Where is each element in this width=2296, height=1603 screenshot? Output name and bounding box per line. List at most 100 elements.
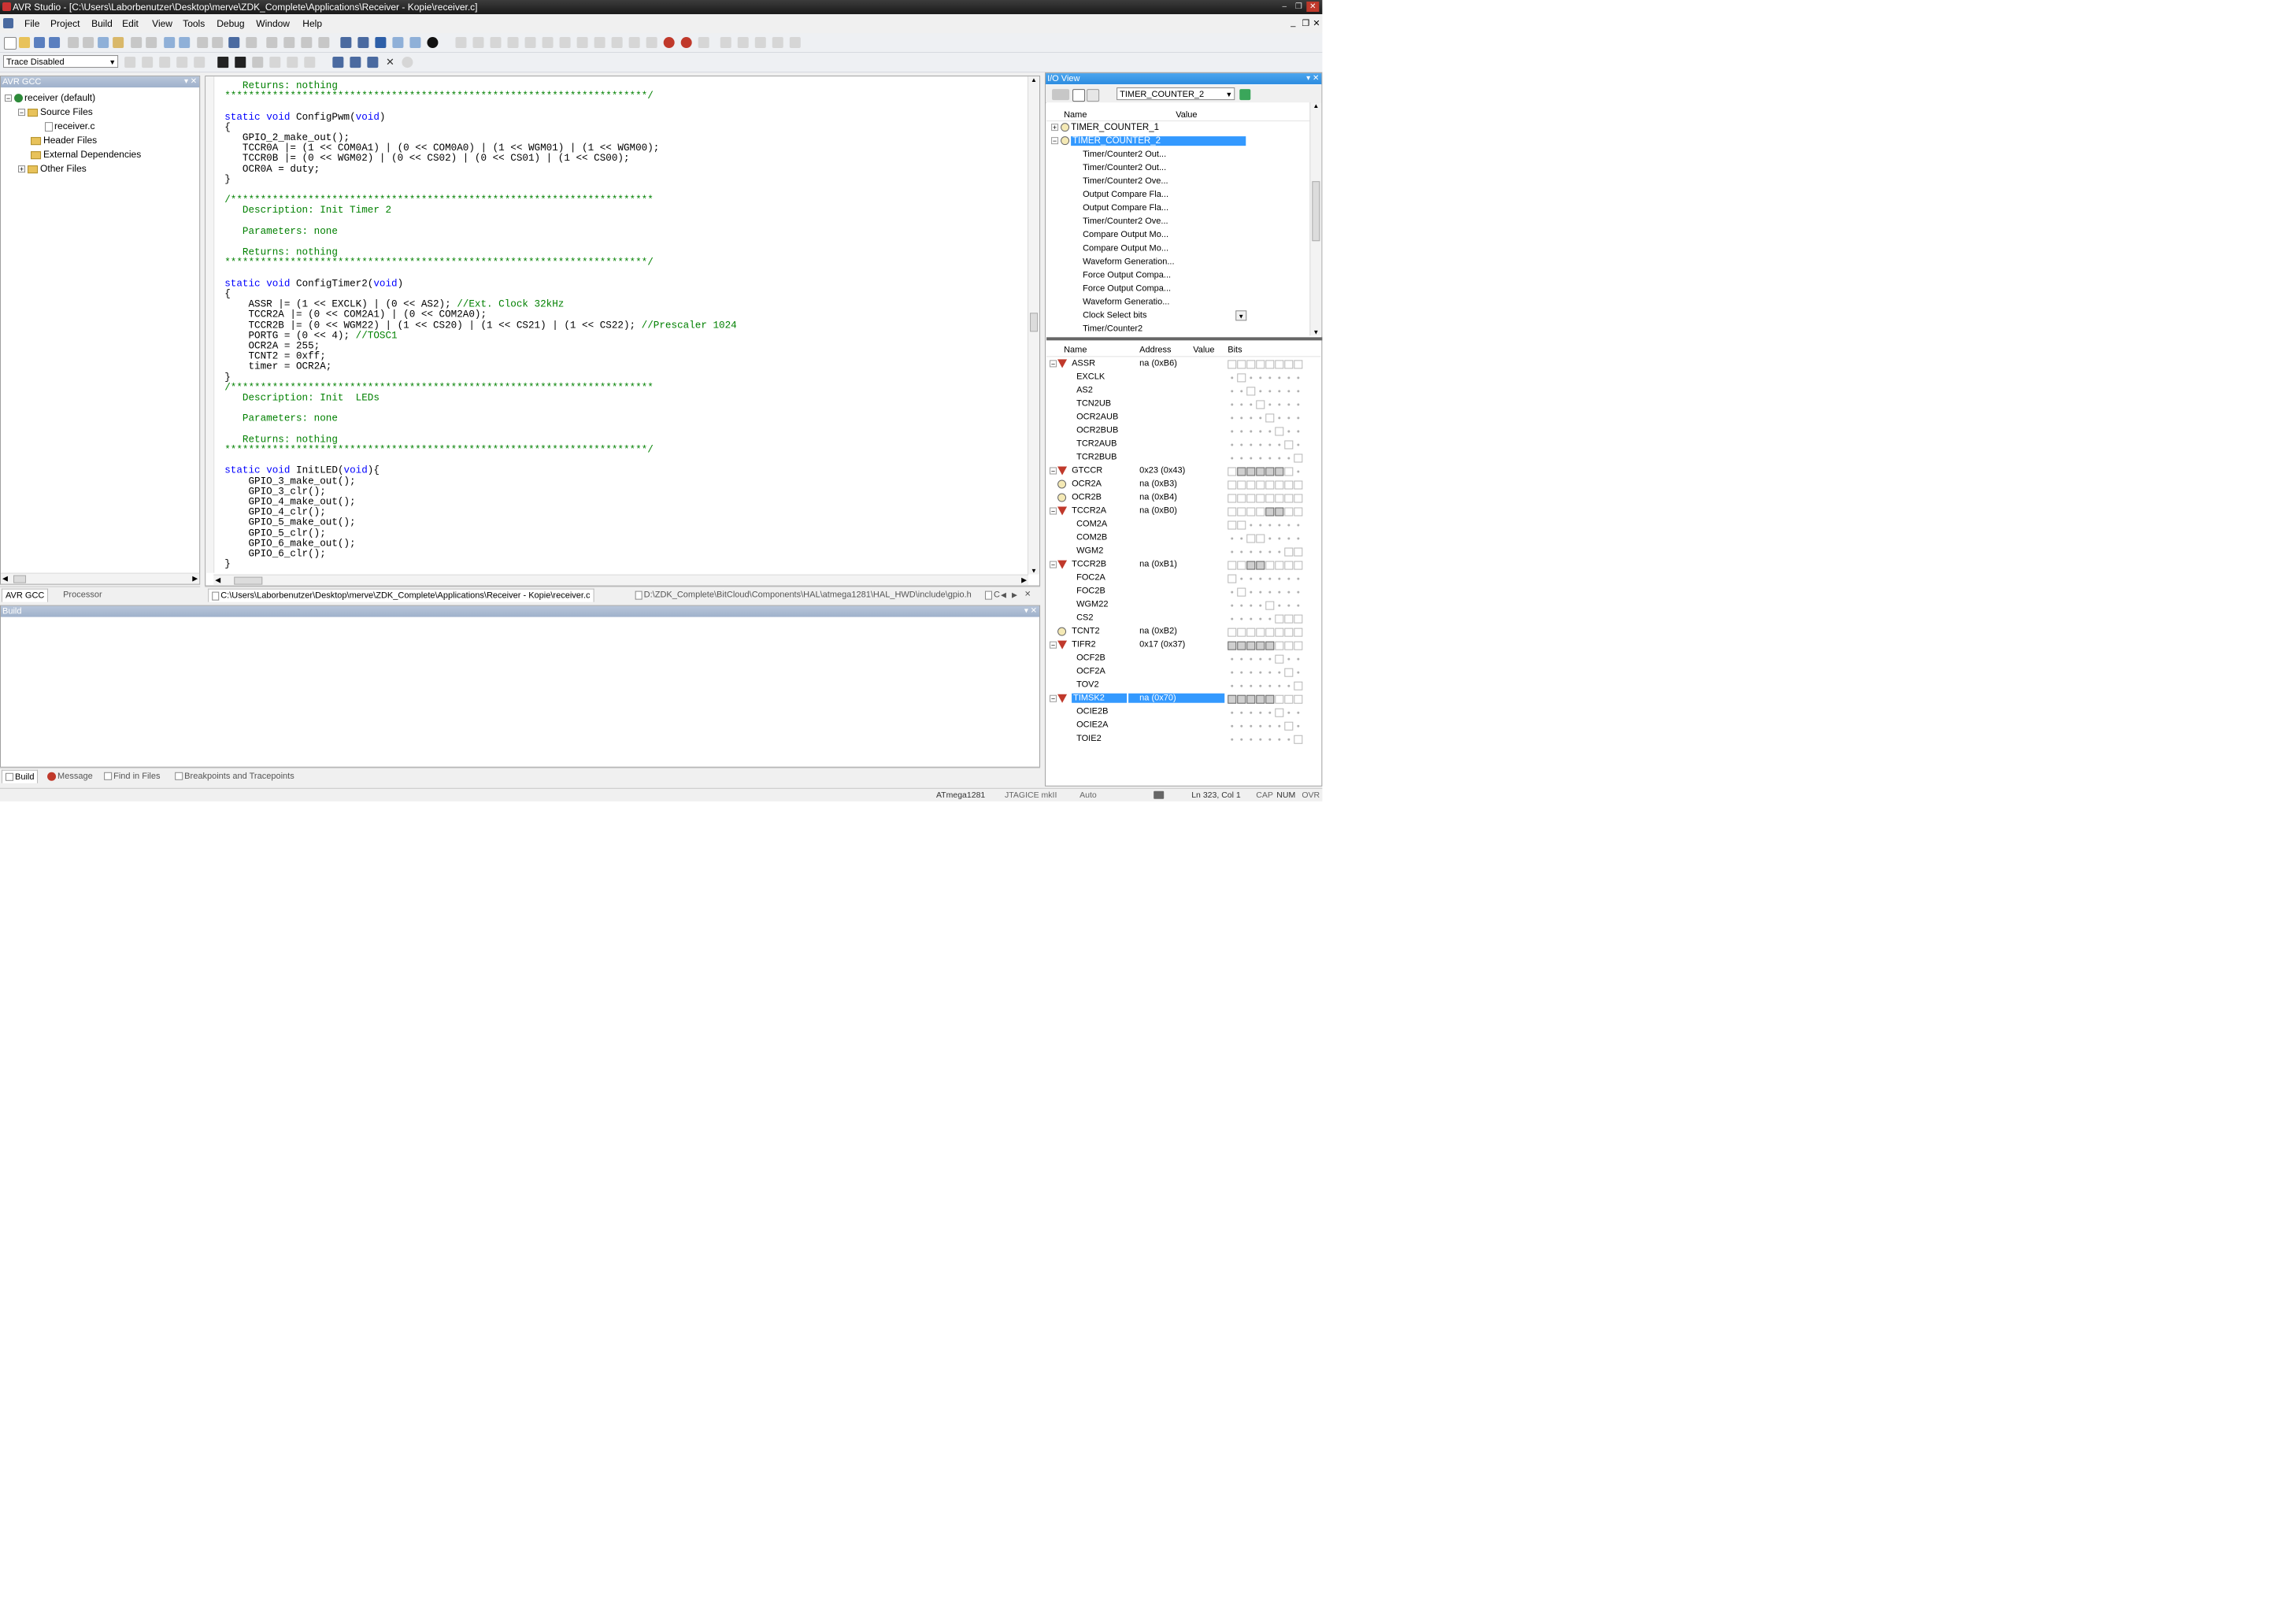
auto-step-icon[interactable]: [594, 37, 605, 49]
menu-edit[interactable]: Edit: [122, 18, 139, 29]
indent-icon[interactable]: [197, 37, 209, 49]
register-bits[interactable]: [1228, 587, 1303, 597]
register-row[interactable]: − GTCCR 0x23 (0x43): [1046, 465, 1320, 477]
scroll-down-icon[interactable]: ▼: [1313, 328, 1319, 335]
field-dropdown-icon[interactable]: ▼: [1235, 310, 1247, 321]
io-field-item[interactable]: Compare Output Mo...: [1083, 243, 1168, 253]
bit-toggle[interactable]: [1246, 494, 1256, 503]
bit-toggle[interactable]: [1265, 601, 1275, 610]
bit-toggle[interactable]: [1294, 561, 1303, 570]
bit-toggle[interactable]: [1265, 561, 1275, 570]
bit-toggle[interactable]: [1228, 561, 1237, 570]
io-field-item[interactable]: Timer/Counter2 Out...: [1083, 163, 1166, 172]
tab-build[interactable]: Build: [2, 769, 39, 783]
io-field-item[interactable]: Output Compare Fla...: [1083, 190, 1168, 199]
bit-toggle[interactable]: [1256, 467, 1265, 476]
bit-toggle[interactable]: [1237, 467, 1246, 476]
bit-toggle[interactable]: [1237, 641, 1246, 650]
bit-toggle[interactable]: [1246, 534, 1256, 543]
ocd-icon[interactable]: [409, 37, 421, 49]
register-bits[interactable]: [1228, 399, 1303, 409]
hex-view-icon[interactable]: [217, 57, 229, 68]
mixed-view-icon[interactable]: [252, 57, 264, 68]
bit-toggle[interactable]: [1275, 654, 1284, 664]
register-bits[interactable]: [1228, 708, 1303, 717]
scroll-up-icon[interactable]: ▲: [1313, 102, 1319, 109]
bit-toggle[interactable]: [1265, 413, 1275, 423]
panel-pin-close-icon[interactable]: ▾ ✕: [1024, 606, 1037, 617]
bit-toggle[interactable]: [1256, 561, 1265, 570]
go-arrow-icon[interactable]: [1239, 89, 1251, 101]
collapse-icon[interactable]: −: [1050, 360, 1057, 368]
io-field-item[interactable]: Force Output Compa...: [1083, 270, 1171, 280]
io-field-item[interactable]: Waveform Generation...: [1083, 257, 1174, 266]
align-icon[interactable]: [287, 57, 298, 68]
register-bits[interactable]: [1228, 561, 1303, 570]
scroll-down-icon[interactable]: ▼: [1031, 568, 1037, 575]
toggle-breakpoint-icon[interactable]: [611, 37, 623, 49]
bit-toggle[interactable]: [1256, 507, 1265, 516]
register-bits[interactable]: [1228, 547, 1303, 557]
bit-toggle[interactable]: [1237, 359, 1246, 368]
register-row[interactable]: − TIFR2 0x17 (0x37): [1046, 639, 1320, 652]
bookmark-prev-icon[interactable]: [301, 37, 313, 49]
run-to-cursor-icon[interactable]: [576, 37, 588, 49]
bit-toggle[interactable]: [1284, 467, 1294, 476]
menu-build[interactable]: Build: [91, 18, 113, 29]
bit-toggle[interactable]: [1228, 467, 1237, 476]
mdi-restore-icon[interactable]: ❐: [1302, 18, 1309, 28]
register-row[interactable]: − ASSR na (0xB6): [1046, 357, 1320, 370]
tab-gpio-h[interactable]: D:\ZDK_Complete\BitCloud\Components\HAL\…: [632, 589, 983, 602]
tree-view-icon[interactable]: [1072, 89, 1086, 102]
bit-toggle[interactable]: [1228, 520, 1237, 530]
trace-filter-icon[interactable]: [159, 57, 171, 68]
program-icon[interactable]: [375, 37, 387, 49]
register-row[interactable]: − TCCR2A na (0xB0): [1046, 505, 1320, 518]
collapse-icon[interactable]: −: [18, 109, 26, 117]
io-field-item[interactable]: Timer/Counter2: [1083, 324, 1142, 333]
bit-toggle[interactable]: [1275, 614, 1284, 624]
trace-stop-icon[interactable]: [194, 57, 206, 68]
build-icon[interactable]: [228, 37, 240, 49]
bit-toggle[interactable]: [1256, 694, 1265, 704]
reset-icon[interactable]: [490, 37, 502, 49]
menu-project[interactable]: Project: [50, 18, 80, 29]
code-line[interactable]: }: [224, 559, 736, 570]
code-line[interactable]: Parameters: none: [224, 413, 736, 424]
filter-icon[interactable]: [1052, 89, 1070, 101]
code-line[interactable]: static void ConfigTimer2(void): [224, 278, 736, 289]
io-field-item[interactable]: Timer/Counter2 Ove...: [1083, 217, 1168, 226]
bit-toggle[interactable]: [1256, 399, 1265, 409]
bit-toggle[interactable]: [1265, 480, 1275, 490]
code-text[interactable]: Returns: nothing ************************…: [224, 80, 736, 570]
help-icon[interactable]: [402, 57, 413, 68]
bit-toggle[interactable]: [1265, 494, 1275, 503]
bit-toggle[interactable]: [1275, 467, 1284, 476]
bit-toggle[interactable]: [1294, 735, 1303, 744]
code-line[interactable]: [224, 268, 736, 279]
compile-icon[interactable]: [246, 37, 257, 49]
bit-toggle[interactable]: [1275, 561, 1284, 570]
group-icon[interactable]: [304, 57, 316, 68]
register-row[interactable]: OCR2BUB: [1046, 424, 1320, 437]
collapse-icon[interactable]: −: [1050, 467, 1057, 475]
collapse-icon[interactable]: [1050, 480, 1057, 487]
io-field-item[interactable]: Timer/Counter2 Out...: [1083, 150, 1166, 159]
editor-vscrollbar[interactable]: ▲ ▼: [1028, 76, 1040, 575]
module-select[interactable]: TIMER_COUNTER_2 ▼: [1117, 87, 1235, 101]
bit-toggle[interactable]: [1237, 628, 1246, 637]
code-line[interactable]: Parameters: none: [224, 226, 736, 237]
bit-toggle[interactable]: [1246, 480, 1256, 490]
tree-item-header-files[interactable]: Header Files: [31, 135, 97, 146]
register-row[interactable]: FOC2B: [1046, 586, 1320, 598]
bit-toggle[interactable]: [1284, 507, 1294, 516]
register-row[interactable]: OCIE2A: [1046, 720, 1320, 732]
bit-toggle[interactable]: [1275, 480, 1284, 490]
tab-more[interactable]: C: [983, 589, 1002, 602]
trace-enable-icon[interactable]: [124, 57, 136, 68]
code-line[interactable]: ****************************************…: [224, 257, 736, 268]
register-bits[interactable]: [1228, 439, 1303, 450]
bit-toggle[interactable]: [1284, 561, 1294, 570]
view-registers-icon[interactable]: [754, 37, 766, 49]
bit-toggle[interactable]: [1246, 386, 1256, 395]
